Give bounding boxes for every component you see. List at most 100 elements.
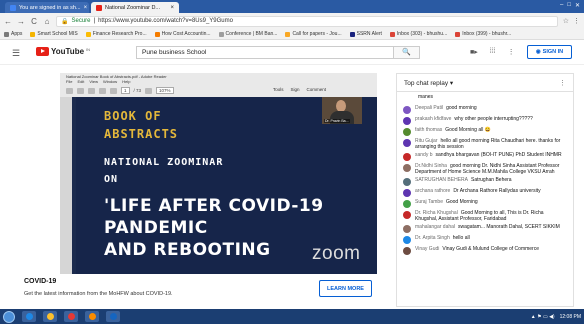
create-video-icon[interactable]: ■▸: [470, 48, 478, 56]
bookmark-favicon-icon: [154, 31, 160, 37]
chat-message: Vinay Gudi Vinay Gudi & Mulund College of…: [397, 245, 573, 256]
bookmark-item[interactable]: Finance Research Pro...: [85, 31, 147, 37]
bookmark-item[interactable]: SSRN Alert: [349, 31, 382, 37]
tray-icons[interactable]: ▲ ⚑ ▭ ◀): [531, 314, 555, 320]
chat-text: good morning: [446, 105, 477, 111]
pdf-sign-label: Sign: [290, 87, 300, 92]
taskbar-app-button[interactable]: [22, 311, 36, 322]
pdf-menu-item: Edit: [77, 79, 85, 84]
chat-message-list[interactable]: manes Deepali Patil good morning prakash kf…: [397, 93, 573, 306]
clock[interactable]: 12:08 PM: [560, 314, 581, 320]
url-text: https://www.youtube.com/watch?v=8Us9_Y9G…: [98, 18, 233, 24]
bookmark-item[interactable]: Call for papers - Jou...: [285, 31, 342, 37]
slide-line-national-zoominar: NATIONAL ZOOMINAR: [104, 157, 224, 168]
hamburger-menu-icon[interactable]: ☰: [12, 48, 20, 59]
chat-message-body: sandy b sandhya bhargavan (BOI-IT PUNE) P…: [415, 152, 562, 161]
learn-more-button[interactable]: LEARN MORE: [319, 280, 372, 297]
star-icon[interactable]: ☆: [563, 17, 569, 25]
covid-info-panel: COVID-19 Get the latest information from…: [24, 275, 384, 305]
chat-message-body: Deepali Patil good morning: [415, 105, 477, 114]
taskbar-app-button[interactable]: [64, 311, 78, 322]
windows-taskbar: ▲ ⚑ ▭ ◀) 12:08 PM: [0, 309, 584, 324]
bookmark-item[interactable]: Inbox (399) - bhushr...: [455, 31, 511, 37]
minimize-icon[interactable]: –: [560, 2, 563, 9]
ie-icon: [25, 313, 33, 320]
chat-text: Satrughan Behera: [470, 177, 512, 183]
avatar: [403, 189, 411, 197]
menu-dots-icon[interactable]: ⋮: [573, 17, 580, 25]
chat-message-body: archana rathore Dr Archana Rathore Rallyd…: [415, 188, 541, 197]
page-total: / 73: [133, 88, 142, 93]
chat-author: faith thomas: [415, 127, 443, 133]
avatar: [403, 236, 411, 244]
slide-headline-2: PANDEMIC: [104, 218, 208, 238]
sign-in-label: SIGN IN: [542, 49, 564, 55]
bookmark-item[interactable]: Inbox (303) - bhushu...: [389, 31, 447, 37]
secure-label: Secure: [71, 18, 91, 24]
bookmark-favicon-icon: [455, 31, 461, 37]
bookmark-favicon-icon: [85, 31, 91, 37]
taskbar-app-button[interactable]: [106, 311, 120, 322]
tab-close-icon[interactable]: ×: [84, 5, 88, 11]
chat-message: faith thomas Good Morning all 😀: [397, 126, 573, 137]
chat-message: Ritu Gujar hello all good morning Rita Ch…: [397, 137, 573, 151]
tab-signed-in[interactable]: You are signed in as sh... ×: [5, 2, 89, 13]
home-icon[interactable]: ⌂: [43, 17, 51, 26]
sign-in-button[interactable]: ◉ SIGN IN: [527, 45, 572, 59]
youtube-country-code: IN: [86, 47, 91, 52]
chat-author: sandy b: [415, 152, 433, 158]
url-separator: |: [93, 18, 96, 24]
bookmark-label: Apps: [11, 31, 23, 37]
tab-close-icon[interactable]: ×: [170, 5, 174, 11]
chat-message: manes: [397, 93, 573, 104]
forward-icon[interactable]: →: [17, 17, 25, 26]
chat-message: Dr. Arpita Singh hello all: [397, 234, 573, 245]
chat-text: Dr Archana Rathore Rallydas university: [453, 188, 541, 194]
close-window-icon[interactable]: ✕: [575, 2, 580, 9]
search-input[interactable]: Pune business School: [136, 46, 394, 59]
avatar: [403, 106, 411, 114]
chat-message-body: Dr. Arpita Singh hello all: [415, 235, 470, 244]
taskbar-app-button[interactable]: [43, 311, 57, 322]
chat-mode-dropdown[interactable]: Top chat replay ▾: [404, 79, 453, 87]
chat-message-body: Dr.Nidhi Sinha good morning Dr. Nidhi Sin…: [415, 163, 567, 175]
taskbar-app-button[interactable]: [85, 311, 99, 322]
pdf-side-panel: [60, 97, 72, 274]
chat-message-body: mahalangar dahal swagatam... Manorath Dah…: [415, 224, 560, 233]
chat-message-body: SATRUGHAN BEHERA Satrughan Behera: [415, 177, 512, 186]
pdf-menu-item: File: [66, 79, 73, 84]
windows-start-icon[interactable]: [3, 310, 15, 323]
avatar: [403, 164, 411, 172]
youtube-header: ☰ YouTube IN Pune business School 🔍 ■▸ ⁞…: [0, 40, 584, 65]
chat-message-body: faith thomas Good Morning all 😀: [415, 127, 491, 136]
url-field[interactable]: 🔒 Secure | https://www.youtube.com/watch…: [56, 15, 558, 27]
reload-icon[interactable]: C: [30, 17, 38, 26]
chat-text: Vinay Gudi & Mulund College of Commerce: [442, 246, 539, 252]
bookmark-item[interactable]: Conference | BM Ban...: [218, 31, 277, 37]
chat-more-icon[interactable]: ⋮: [559, 79, 566, 87]
bookmark-item[interactable]: Smart School MIS: [30, 31, 78, 37]
account-icon: ◉: [535, 49, 541, 55]
maximize-icon[interactable]: □: [567, 2, 571, 9]
tab-label: National Zoominar D...: [105, 4, 161, 11]
bookmark-item[interactable]: Apps: [4, 31, 22, 37]
browser-toolbar-icons: ☆ ⋮: [563, 17, 580, 25]
tab-national-zoominar[interactable]: National Zoominar D... ×: [91, 2, 179, 13]
youtube-logo[interactable]: YouTube IN: [36, 47, 90, 56]
print-icon: [88, 87, 95, 94]
pdf-comment-label: Comment: [306, 87, 327, 92]
search-button[interactable]: 🔍: [394, 46, 420, 59]
chat-author: Vinay Gudi: [415, 246, 440, 252]
back-icon[interactable]: ←: [4, 17, 12, 26]
pdf-menu-item: Window: [102, 79, 118, 84]
bookmark-favicon-icon: [30, 31, 36, 37]
apps-grid-icon[interactable]: ⁞⁞⁞: [490, 48, 496, 56]
video-player[interactable]: National Zoominar Book of Abstracts.pdf …: [60, 73, 377, 274]
chat-message: Deepali Patil good morning: [397, 104, 573, 115]
avatar: [403, 247, 411, 255]
firefox-icon: [88, 313, 96, 320]
chat-message-body: Ritu Gujar hello all good morning Rita Ch…: [415, 138, 567, 150]
slide-line-on: ON: [104, 174, 119, 185]
bookmark-item[interactable]: How Cost Accountin...: [154, 31, 211, 37]
settings-dots-icon[interactable]: ⋮: [508, 48, 515, 56]
